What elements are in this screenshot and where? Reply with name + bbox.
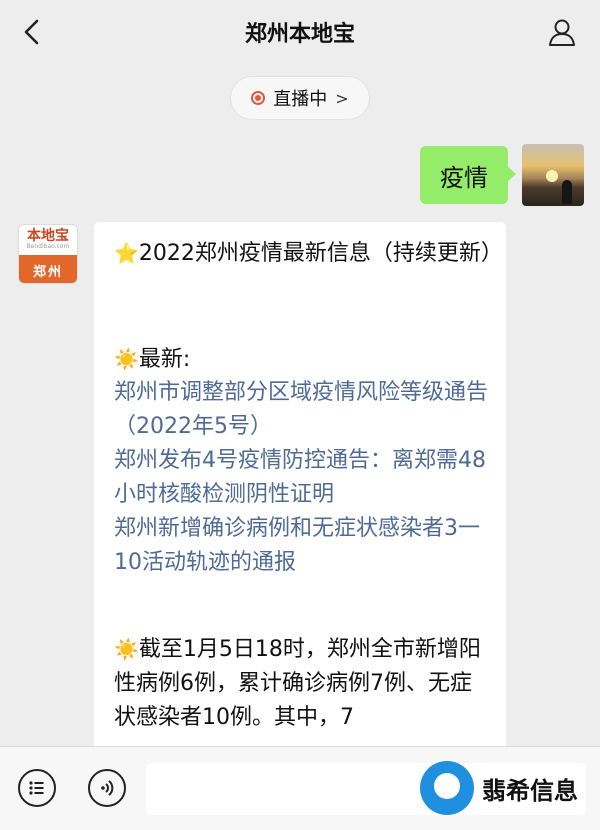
- news-link-3[interactable]: 郑州新增确诊病例和无症状感染者3一10活动轨迹的通报: [114, 512, 492, 580]
- person-icon: [549, 19, 575, 46]
- news-link-2[interactable]: 郑州发布4号疫情防控通告：离郑需48小时核酸检测阴性证明: [114, 444, 492, 512]
- star-icon: ⭐: [114, 241, 139, 265]
- back-button[interactable]: [16, 16, 48, 48]
- menu-list-icon: [29, 781, 44, 795]
- sun-icon: ☀️: [114, 637, 139, 661]
- bot-title: 2022郑州疫情最新信息（持续更新）: [138, 241, 503, 266]
- bot-title-line: ⭐2022郑州疫情最新信息（持续更新）: [114, 236, 503, 271]
- profile-button[interactable]: [544, 14, 580, 50]
- watermark-logo-icon: [420, 761, 474, 815]
- live-indicator-icon: [251, 91, 266, 105]
- bot-message-bubble: ⭐2022郑州疫情最新信息（持续更新） ☀️最新: 郑州市调整部分区域疫情风险等…: [94, 222, 506, 782]
- bot-summary: 截至1月5日18时，郑州全市新增阳性病例6例，累计确诊病例7例、无症状感染者10…: [114, 637, 481, 730]
- watermark-text: 翡希信息: [482, 776, 578, 805]
- bot-latest-line: ☀️最新:: [114, 342, 492, 377]
- silhouette-person: [562, 180, 572, 204]
- news-link-1[interactable]: 郑州市调整部分区域疫情风险等级通告（2022年5号）: [114, 376, 492, 444]
- chevron-left-icon: [24, 19, 39, 45]
- bot-latest-label: 最新:: [138, 347, 191, 372]
- bot-avatar-brand-area: 本地宝 Bendibao.com: [19, 225, 77, 255]
- chat-header: 郑州本地宝: [0, 0, 600, 64]
- chevron-right-icon: >: [335, 88, 349, 108]
- chat-title: 郑州本地宝: [244, 22, 355, 47]
- bot-summary-line: ☀️截至1月5日18时，郑州全市新增阳性病例6例，累计确诊病例7例、无症状感染者…: [114, 632, 492, 735]
- voice-icon: [101, 780, 114, 796]
- bot-avatar-site: Bendibao.com: [26, 243, 70, 250]
- voice-button[interactable]: [88, 769, 126, 807]
- menu-button[interactable]: [18, 769, 56, 807]
- live-label: 直播中: [273, 89, 328, 110]
- user-message-bubble[interactable]: 疫情: [420, 146, 516, 204]
- bot-avatar-brand: 本地宝: [27, 228, 69, 244]
- user-avatar[interactable]: [522, 144, 584, 206]
- user-message-text: 疫情: [440, 163, 488, 192]
- bot-avatar[interactable]: 本地宝 Bendibao.com 郑州: [18, 224, 78, 284]
- live-status-pill[interactable]: 直播中 >: [230, 76, 370, 120]
- watermark: 翡希信息: [420, 756, 600, 820]
- sun-icon: ☀️: [114, 347, 139, 371]
- bot-avatar-city: 郑州: [19, 255, 77, 283]
- sunset-sun: [546, 170, 558, 182]
